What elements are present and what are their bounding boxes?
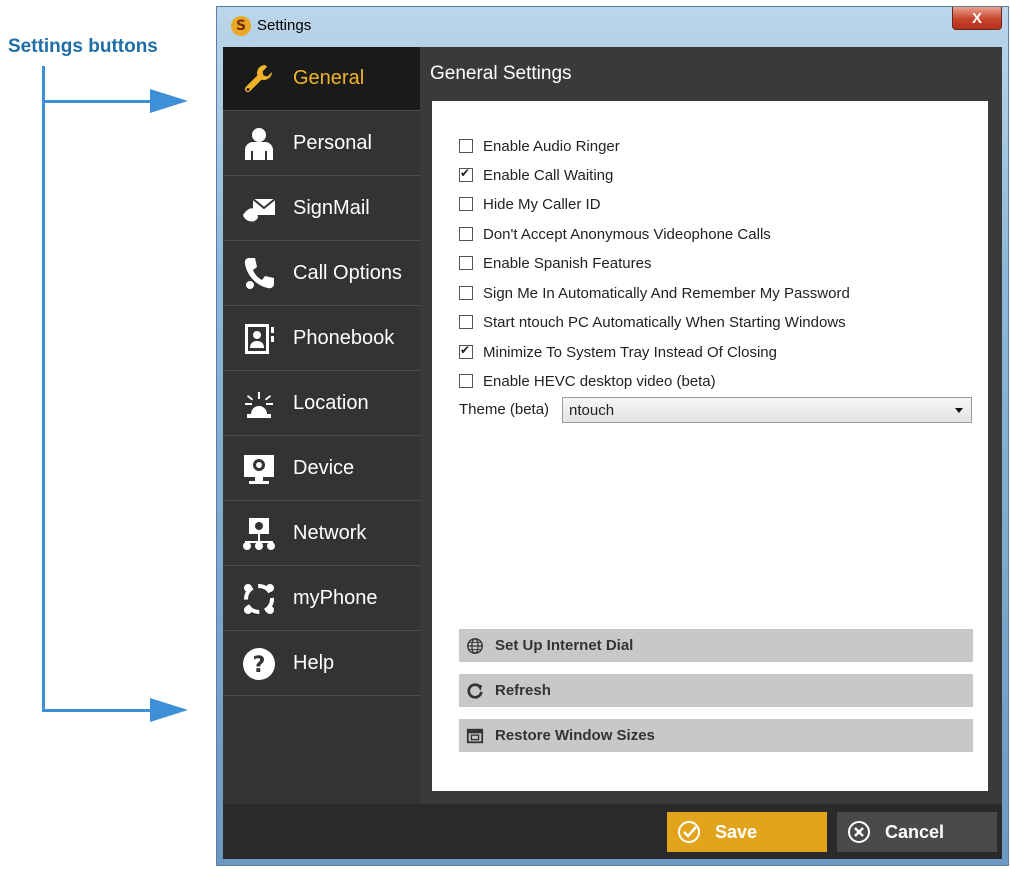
sidebar-item-personal[interactable]: Personal: [223, 112, 420, 176]
sidebar-item-label: Call Options: [293, 262, 402, 284]
refresh-button[interactable]: Refresh: [459, 674, 973, 707]
checkbox[interactable]: [459, 374, 473, 388]
myphone-icon: [239, 579, 279, 619]
sidebar-item-location[interactable]: Location: [223, 372, 420, 436]
action-label: Set Up Internet Dial: [495, 637, 634, 654]
window-title: Settings: [257, 17, 312, 34]
option-enable-spanish[interactable]: Enable Spanish Features: [459, 252, 651, 274]
action-label: Refresh: [495, 682, 551, 699]
sidebar-item-network[interactable]: Network: [223, 502, 420, 566]
theme-label: Theme (beta): [459, 401, 550, 418]
checkbox[interactable]: [459, 256, 473, 270]
wrench-icon: [239, 59, 279, 99]
footer-bar: Save Cancel: [223, 804, 1002, 859]
sidebar-item-label: Phonebook: [293, 327, 395, 349]
option-label: Minimize To System Tray Instead Of Closi…: [483, 343, 777, 361]
window-icon: [465, 726, 485, 746]
theme-select-value: ntouch: [569, 401, 615, 419]
page-title: General Settings: [430, 63, 572, 84]
callout-arrow-bottom: [150, 698, 188, 722]
sidebar-item-signmail[interactable]: SignMail: [223, 177, 420, 241]
sidebar-item-label: General: [293, 67, 365, 89]
checkbox[interactable]: [459, 227, 473, 241]
option-minimize-to-tray[interactable]: Minimize To System Tray Instead Of Closi…: [459, 341, 777, 363]
check-circle-icon: [678, 821, 700, 843]
sidebar-item-label: Device: [293, 457, 355, 479]
save-label: Save: [715, 821, 758, 842]
checkbox[interactable]: [459, 166, 473, 182]
callout-line-bottom: [42, 709, 152, 712]
settings-main: General Settings Enable Audio Ringer Ena…: [420, 47, 1002, 804]
option-enable-hevc[interactable]: Enable HEVC desktop video (beta): [459, 370, 716, 392]
sidebar-item-label: Network: [293, 522, 367, 544]
globe-icon: [465, 636, 485, 656]
option-label: Hide My Caller ID: [483, 195, 601, 213]
general-settings-panel: Enable Audio Ringer Enable Call Waiting …: [432, 101, 988, 791]
sidebar-item-label: Help: [293, 652, 335, 674]
sidebar-item-help[interactable]: ? Help: [223, 632, 420, 696]
sidebar-item-label: Personal: [293, 132, 372, 154]
sidebar-item-phonebook[interactable]: Phonebook: [223, 307, 420, 371]
sidebar-item-label: myPhone: [293, 587, 378, 609]
option-sign-me-in[interactable]: Sign Me In Automatically And Remember My…: [459, 282, 850, 304]
callout-line: [42, 66, 45, 711]
set-up-internet-dial-button[interactable]: Set Up Internet Dial: [459, 629, 973, 662]
person-icon: [239, 124, 279, 164]
option-label: Start ntouch PC Automatically When Start…: [483, 313, 846, 331]
sidebar-item-call-options[interactable]: Call Options: [223, 242, 420, 306]
location-icon: [239, 384, 279, 424]
checkbox[interactable]: [459, 286, 473, 300]
svg-text:?: ?: [253, 653, 266, 678]
sidebar-item-label: Location: [293, 392, 369, 414]
phonebook-icon: [239, 319, 279, 359]
sidebar-item-general[interactable]: General: [223, 47, 420, 111]
action-label: Restore Window Sizes: [495, 727, 655, 744]
option-dont-accept-anonymous[interactable]: Don't Accept Anonymous Videophone Calls: [459, 223, 771, 245]
sidebar-item-label: SignMail: [293, 197, 370, 219]
sidebar-item-device[interactable]: Device: [223, 437, 420, 501]
option-enable-call-waiting[interactable]: Enable Call Waiting: [459, 164, 613, 186]
close-button[interactable]: X: [952, 7, 1002, 30]
chevron-down-icon: [955, 408, 963, 413]
checkbox[interactable]: [459, 139, 473, 153]
app-logo-icon: S: [231, 16, 251, 36]
close-circle-icon: [848, 821, 870, 843]
option-label: Enable Spanish Features: [483, 254, 652, 272]
checkbox[interactable]: [459, 343, 473, 359]
restore-window-sizes-button[interactable]: Restore Window Sizes: [459, 719, 973, 752]
theme-select[interactable]: ntouch: [562, 397, 972, 423]
option-hide-caller-id[interactable]: Hide My Caller ID: [459, 193, 601, 215]
network-icon: [239, 514, 279, 554]
option-label: Enable Audio Ringer: [483, 137, 620, 155]
option-enable-audio-ringer[interactable]: Enable Audio Ringer: [459, 135, 620, 157]
checkbox[interactable]: [459, 315, 473, 329]
sidebar-item-myphone[interactable]: myPhone: [223, 567, 420, 631]
cancel-label: Cancel: [885, 821, 945, 842]
option-label: Don't Accept Anonymous Videophone Calls: [483, 225, 771, 243]
save-button[interactable]: Save: [667, 812, 827, 852]
settings-sidebar: General Personal SignMail Call Options P…: [223, 47, 420, 817]
settings-window: S Settings X General Personal SignMail C…: [216, 6, 1009, 866]
help-icon: ?: [239, 644, 279, 684]
title-bar[interactable]: S Settings X: [217, 7, 1008, 47]
callout-arrow-top: [150, 89, 188, 113]
callout-label: Settings buttons: [8, 36, 158, 57]
option-label: Sign Me In Automatically And Remember My…: [483, 284, 850, 302]
signmail-icon: [239, 189, 279, 229]
call-options-icon: [239, 254, 279, 294]
checkbox[interactable]: [459, 197, 473, 211]
cancel-button[interactable]: Cancel: [837, 812, 997, 852]
callout-line-top: [42, 100, 152, 103]
option-label: Enable Call Waiting: [483, 166, 614, 184]
device-icon: [239, 449, 279, 489]
window-client: General Personal SignMail Call Options P…: [223, 47, 1002, 859]
refresh-icon: [465, 681, 485, 701]
option-start-automatically[interactable]: Start ntouch PC Automatically When Start…: [459, 311, 846, 333]
option-label: Enable HEVC desktop video (beta): [483, 372, 716, 390]
